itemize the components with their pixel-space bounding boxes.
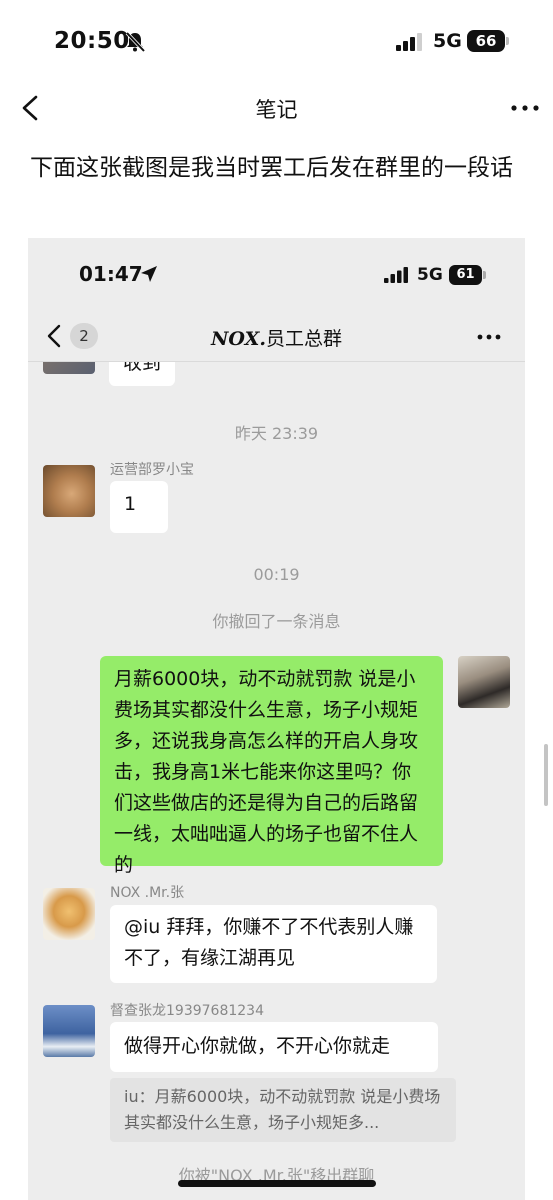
message-bubble: 做得开心你就做，不开心你就走 — [110, 1022, 438, 1072]
location-arrow-icon — [141, 266, 157, 282]
battery-level: 66 — [467, 30, 505, 52]
scrollbar[interactable] — [544, 744, 548, 806]
signal-icon — [384, 267, 408, 283]
recall-notice: 你撤回了一条消息 — [212, 612, 341, 631]
timestamp: 昨天 23:39 — [234, 424, 319, 443]
group-title-text: 员工总群 — [265, 328, 342, 350]
avatar — [43, 362, 95, 374]
avatar — [43, 888, 95, 940]
chat-area: 收到 昨天 23:39 运营部罗小宝 1 00:19 你撤回了一条消息 月薪60… — [28, 362, 525, 1200]
battery-icon: 61 — [449, 265, 486, 285]
group-title: NOX.员工总群 — [28, 324, 525, 351]
screenshot-network-type: 5G — [417, 265, 443, 285]
more-icon — [477, 334, 501, 340]
screenshot-battery-level: 61 — [449, 265, 482, 285]
network-type: 5G — [433, 30, 462, 52]
home-indicator — [178, 1180, 376, 1187]
message-bubble: 收到 — [109, 362, 176, 386]
group-title-brand: NOX. — [211, 328, 266, 350]
signal-icon — [396, 33, 422, 51]
screenshot-time: 01:47 — [79, 262, 143, 286]
screenshot-status-bar: 01:47 5G 61 — [28, 238, 525, 312]
more-icon[interactable] — [508, 94, 542, 122]
chat-screenshot: 01:47 5G 61 2 NOX.员工总群 收到 昨天 23:39 运营部罗小… — [28, 238, 525, 1200]
battery-icon: 66 — [467, 30, 509, 52]
sender-name: 运营部罗小宝 — [110, 462, 194, 478]
status-bar: 20:50 5G 66 — [0, 0, 553, 84]
bell-slash-icon — [125, 31, 146, 53]
quoted-message: iu：月薪6000块，动不动就罚款 说是小费场其实都没什么生意，场子小规矩多..… — [110, 1078, 456, 1142]
timestamp: 00:19 — [253, 565, 300, 584]
avatar — [458, 656, 510, 708]
sender-name: 督查张龙19397681234 — [110, 1003, 264, 1019]
message-bubble: @iu 拜拜，你赚不了不代表别人赚不了，有缘江湖再见 — [110, 905, 437, 983]
note-text: 下面这张截图是我当时罢工后发在群里的一段话 — [30, 155, 513, 181]
my-message-bubble: 月薪6000块，动不动就罚款 说是小费场其实都没什么生意，场子小规矩多，还说我身… — [100, 656, 443, 876]
page-title: 笔记 — [255, 98, 298, 122]
status-time: 20:50 — [54, 28, 130, 54]
avatar — [43, 1005, 95, 1057]
screenshot-nav-bar: 2 NOX.员工总群 — [28, 312, 525, 362]
sender-name: NOX .Mr.张 — [110, 885, 185, 901]
nav-bar: 笔记 — [0, 84, 553, 132]
message-bubble: 1 — [110, 481, 168, 533]
avatar — [43, 465, 95, 517]
